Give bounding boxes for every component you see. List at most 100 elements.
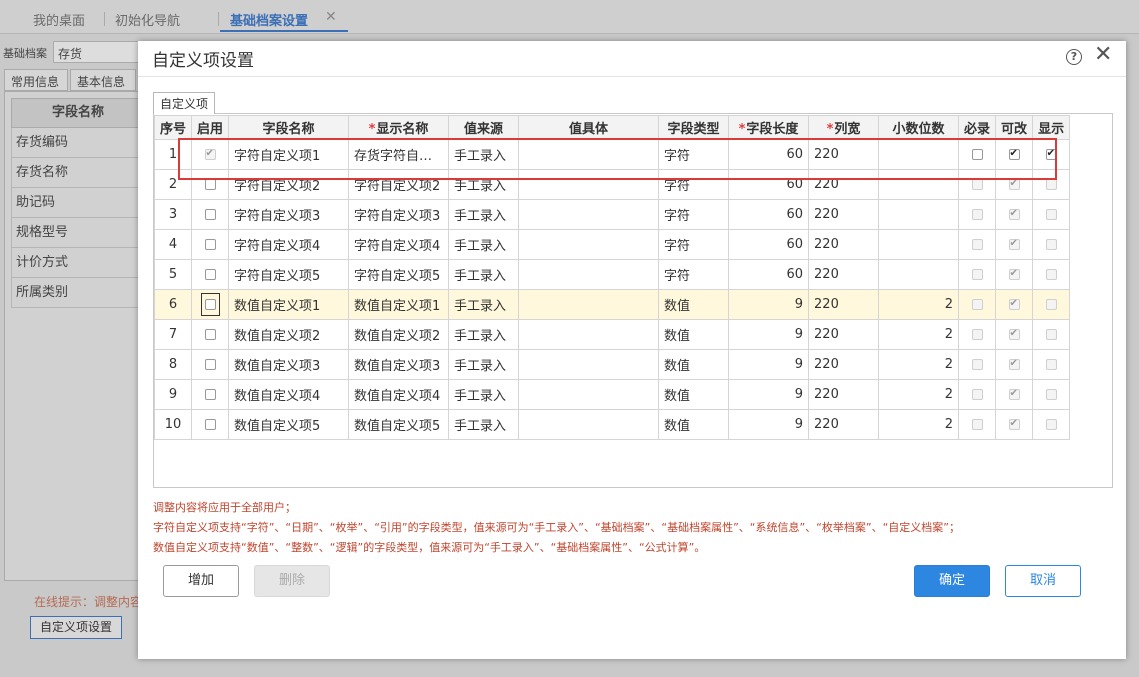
table-row[interactable]: 4 字符自定义项4 字符自定义项4 手工录入 字符 60 220 bbox=[153, 229, 1071, 260]
column-width-cell[interactable]: 220 bbox=[808, 349, 880, 380]
show-checkbox[interactable] bbox=[1045, 239, 1057, 250]
value-detail-cell[interactable] bbox=[518, 169, 660, 200]
value-source-cell[interactable]: 手工录入 bbox=[448, 289, 520, 320]
show-checkbox[interactable] bbox=[1045, 269, 1057, 280]
field-name-cell[interactable]: 数值自定义项1 bbox=[228, 289, 350, 320]
field-type-cell[interactable]: 字符 bbox=[658, 199, 730, 230]
show-checkbox[interactable] bbox=[1045, 419, 1057, 430]
field-name-cell[interactable]: 字符自定义项4 bbox=[228, 229, 350, 260]
field-name-cell[interactable]: 字符自定义项2 bbox=[228, 169, 350, 200]
field-type-cell[interactable]: 数值 bbox=[658, 349, 730, 380]
value-source-cell[interactable]: 手工录入 bbox=[448, 409, 520, 440]
value-source-cell[interactable]: 手工录入 bbox=[448, 379, 520, 410]
table-row[interactable]: 3 字符自定义项3 字符自定义项3 手工录入 字符 60 220 bbox=[153, 199, 1071, 230]
value-source-cell[interactable]: 手工录入 bbox=[448, 259, 520, 290]
display-name-cell[interactable]: 数值自定义项5 bbox=[348, 409, 450, 440]
subtab-basic-info[interactable]: 基本信息 bbox=[70, 69, 136, 91]
subtab-common-info[interactable]: 常用信息 bbox=[4, 69, 68, 91]
list-item[interactable]: 规格型号 bbox=[11, 218, 145, 248]
decimals-cell[interactable] bbox=[878, 169, 960, 200]
required-checkbox[interactable] bbox=[971, 209, 983, 220]
value-detail-cell[interactable] bbox=[518, 259, 660, 290]
value-source-cell[interactable]: 手工录入 bbox=[448, 169, 520, 200]
decimals-cell[interactable] bbox=[878, 199, 960, 230]
column-width-cell[interactable]: 220 bbox=[808, 139, 880, 170]
value-source-cell[interactable]: 手工录入 bbox=[448, 229, 520, 260]
display-name-cell[interactable]: 字符自定义项5 bbox=[348, 259, 450, 290]
editable-checkbox[interactable] bbox=[1008, 267, 1020, 281]
field-type-cell[interactable]: 数值 bbox=[658, 289, 730, 320]
display-name-cell[interactable]: 数值自定义项4 bbox=[348, 379, 450, 410]
value-detail-cell[interactable] bbox=[518, 139, 660, 170]
required-checkbox[interactable] bbox=[971, 419, 983, 430]
field-length-cell[interactable]: 9 bbox=[728, 319, 810, 350]
list-item[interactable]: 所属类别 bbox=[11, 278, 145, 308]
required-checkbox[interactable] bbox=[971, 149, 983, 160]
decimals-cell[interactable]: 2 bbox=[878, 379, 960, 410]
decimals-cell[interactable]: 2 bbox=[878, 289, 960, 320]
field-name-cell[interactable]: 数值自定义项3 bbox=[228, 349, 350, 380]
show-checkbox[interactable] bbox=[1045, 329, 1057, 340]
enabled-checkbox[interactable] bbox=[204, 209, 216, 220]
value-detail-cell[interactable] bbox=[518, 409, 660, 440]
enabled-checkbox[interactable] bbox=[204, 389, 216, 400]
field-type-cell[interactable]: 字符 bbox=[658, 229, 730, 260]
tab-custom-items[interactable]: 自定义项 bbox=[153, 92, 216, 114]
value-detail-cell[interactable] bbox=[518, 379, 660, 410]
show-checkbox[interactable] bbox=[1045, 209, 1057, 220]
field-type-cell[interactable]: 数值 bbox=[658, 409, 730, 440]
required-checkbox[interactable] bbox=[971, 389, 983, 400]
enabled-checkbox[interactable] bbox=[204, 419, 216, 430]
editable-checkbox[interactable] bbox=[1008, 417, 1020, 431]
field-name-cell[interactable]: 字符自定义项1 bbox=[228, 139, 350, 170]
enabled-checkbox[interactable] bbox=[204, 239, 216, 250]
table-row[interactable]: 6 数值自定义项1 数值自定义项1 手工录入 数值 9 220 2 bbox=[153, 289, 1071, 320]
field-name-cell[interactable]: 字符自定义项3 bbox=[228, 199, 350, 230]
required-checkbox[interactable] bbox=[971, 179, 983, 190]
enabled-checkbox[interactable] bbox=[204, 299, 216, 310]
column-width-cell[interactable]: 220 bbox=[808, 229, 880, 260]
decimals-cell[interactable] bbox=[878, 259, 960, 290]
column-width-cell[interactable]: 220 bbox=[808, 289, 880, 320]
editable-checkbox[interactable] bbox=[1008, 297, 1020, 311]
table-row[interactable]: 7 数值自定义项2 数值自定义项2 手工录入 数值 9 220 2 bbox=[153, 319, 1071, 350]
decimals-cell[interactable] bbox=[878, 229, 960, 260]
ok-button[interactable]: 确定 bbox=[914, 565, 990, 597]
table-row[interactable]: 1 字符自定义项1存货字符自…手工录入 字符60220 bbox=[153, 139, 1071, 170]
column-width-cell[interactable]: 220 bbox=[808, 199, 880, 230]
decimals-cell[interactable]: 2 bbox=[878, 319, 960, 350]
display-name-cell[interactable]: 字符自定义项4 bbox=[348, 229, 450, 260]
list-item[interactable]: 存货编码 bbox=[11, 128, 145, 158]
list-item[interactable]: 计价方式 bbox=[11, 248, 145, 278]
tab-init-nav[interactable]: 初始化导航 bbox=[115, 10, 180, 29]
decimals-cell[interactable] bbox=[878, 139, 960, 170]
required-checkbox[interactable] bbox=[971, 359, 983, 370]
help-icon[interactable]: ? bbox=[1066, 49, 1082, 65]
required-checkbox[interactable] bbox=[971, 329, 983, 340]
editable-checkbox[interactable] bbox=[1008, 387, 1020, 401]
value-source-cell[interactable]: 手工录入 bbox=[448, 199, 520, 230]
field-type-cell[interactable]: 数值 bbox=[658, 319, 730, 350]
table-row[interactable]: 8 数值自定义项3 数值自定义项3 手工录入 数值 9 220 2 bbox=[153, 349, 1071, 380]
display-name-cell[interactable]: 字符自定义项2 bbox=[348, 169, 450, 200]
close-icon[interactable]: ✕ bbox=[1094, 44, 1112, 66]
value-source-cell[interactable]: 手工录入 bbox=[448, 319, 520, 350]
editable-checkbox[interactable] bbox=[1008, 207, 1020, 221]
field-type-cell[interactable]: 字符 bbox=[658, 169, 730, 200]
editable-checkbox[interactable] bbox=[1008, 327, 1020, 341]
list-item[interactable]: 存货名称 bbox=[11, 158, 145, 188]
custom-items-settings-button[interactable]: 自定义项设置 bbox=[30, 616, 122, 639]
enabled-checkbox[interactable] bbox=[204, 329, 216, 340]
value-detail-cell[interactable] bbox=[518, 319, 660, 350]
field-type-cell[interactable]: 字符 bbox=[658, 259, 730, 290]
show-checkbox[interactable] bbox=[1045, 389, 1057, 400]
enabled-checkbox[interactable] bbox=[204, 179, 216, 190]
required-checkbox[interactable] bbox=[971, 299, 983, 310]
table-row[interactable]: 9 数值自定义项4 数值自定义项4 手工录入 数值 9 220 2 bbox=[153, 379, 1071, 410]
field-type-cell[interactable]: 字符 bbox=[658, 139, 730, 170]
field-type-cell[interactable]: 数值 bbox=[658, 379, 730, 410]
archive-select[interactable]: 存货 bbox=[53, 41, 143, 63]
list-item[interactable]: 助记码 bbox=[11, 188, 145, 218]
value-detail-cell[interactable] bbox=[518, 199, 660, 230]
add-button[interactable]: 增加 bbox=[163, 565, 239, 597]
